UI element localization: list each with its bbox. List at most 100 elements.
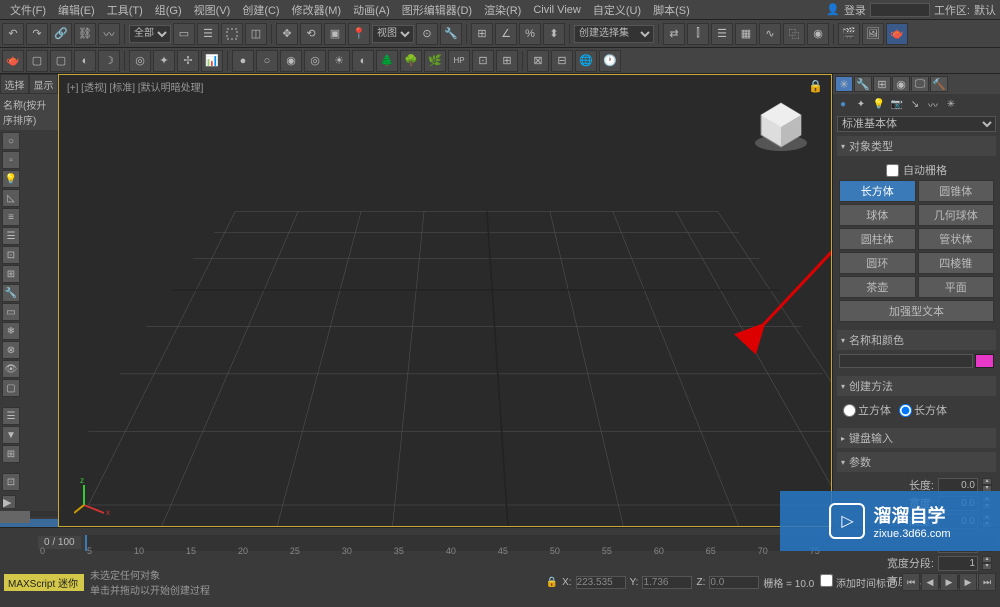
filter-icon-13[interactable]: 👁	[2, 360, 20, 378]
render-frame-button[interactable]: 🖼	[862, 23, 884, 45]
percent-snap-button[interactable]: %	[519, 23, 541, 45]
menu-civil[interactable]: Civil View	[527, 2, 586, 18]
mirror-button[interactable]: ⇄	[663, 23, 685, 45]
teapot-button[interactable]: 茶壶	[839, 276, 916, 298]
menu-modifiers[interactable]: 修改器(M)	[286, 0, 348, 20]
placement-button[interactable]: 📍	[348, 23, 370, 45]
sun-icon[interactable]: ☀	[328, 50, 350, 72]
filter-icon-16[interactable]: ▼	[2, 426, 20, 444]
filter-layer-icon[interactable]: ≡	[2, 208, 20, 226]
menu-graph[interactable]: 图形编辑器(D)	[396, 0, 478, 20]
light1-icon[interactable]: ○	[256, 50, 278, 72]
prev-frame-button[interactable]: ◀	[921, 573, 939, 591]
search-input[interactable]	[870, 3, 930, 17]
maxscript-listener[interactable]: MAXScript 迷你	[4, 574, 84, 591]
z-input[interactable]	[709, 576, 759, 589]
curve-editor-button[interactable]: ∿	[759, 23, 781, 45]
filter-shape-icon[interactable]: ◺	[2, 189, 20, 207]
cone-button[interactable]: 圆锥体	[918, 180, 995, 202]
select-rect-button[interactable]	[221, 23, 243, 45]
geosphere-button[interactable]: 几何球体	[918, 204, 995, 226]
filter-icon-18[interactable]: ⊡	[2, 473, 20, 491]
viewport-label[interactable]: [+] [透视] [标准] [默认明暗处理]	[67, 79, 203, 94]
globe-icon[interactable]: 🌐	[575, 50, 597, 72]
select-button[interactable]: ▭	[173, 23, 195, 45]
y-input[interactable]	[642, 576, 692, 589]
tree1-icon[interactable]: 🌲	[376, 50, 398, 72]
tb2-8[interactable]: ✢	[177, 50, 199, 72]
filter-icon-14[interactable]: ▢	[2, 379, 20, 397]
sphere-light-icon[interactable]: ●	[232, 50, 254, 72]
menu-view[interactable]: 视图(V)	[188, 0, 237, 20]
explorer-scrollbar[interactable]	[0, 511, 58, 517]
manipulate-button[interactable]: 🔧	[440, 23, 462, 45]
systems-icon[interactable]: ✳	[943, 96, 959, 112]
material-button[interactable]: ◉	[807, 23, 829, 45]
create-tab[interactable]: ✳	[835, 76, 853, 92]
object-name-input[interactable]	[839, 354, 973, 368]
login-link[interactable]: 登录	[844, 2, 866, 18]
redo-button[interactable]: ↷	[26, 23, 48, 45]
grass-icon[interactable]: 🌿	[424, 50, 446, 72]
tb2-22[interactable]: ⊠	[527, 50, 549, 72]
select-name-button[interactable]: ☰	[197, 23, 219, 45]
menu-create[interactable]: 创建(C)	[236, 0, 285, 20]
pyramid-button[interactable]: 四棱锥	[918, 252, 995, 274]
spinner-snap-button[interactable]: ⬍	[543, 23, 565, 45]
unlink-button[interactable]: ⛓	[74, 23, 96, 45]
rotate-button[interactable]: ⟲	[300, 23, 322, 45]
lock-icon[interactable]: 🔒	[546, 577, 558, 588]
object-type-rollup[interactable]: 对象类型	[837, 136, 996, 156]
modify-tab[interactable]: 🔧	[854, 76, 872, 92]
selection-filter[interactable]: 全部	[129, 25, 171, 43]
lights-icon[interactable]: 💡	[871, 96, 887, 112]
filter-icon-17[interactable]: ⊞	[2, 445, 20, 463]
layers-button[interactable]: ☰	[711, 23, 733, 45]
goto-start-button[interactable]: ⏮	[902, 573, 920, 591]
play-button[interactable]: ▶	[940, 573, 958, 591]
align-button[interactable]: ⫿	[687, 23, 709, 45]
schematic-button[interactable]: ⿻	[783, 23, 805, 45]
pivot-button[interactable]: ⊙	[416, 23, 438, 45]
filter-globe-icon[interactable]: ○	[2, 132, 20, 150]
tb2-3[interactable]: ▢	[50, 50, 72, 72]
tb2-7[interactable]: ✦	[153, 50, 175, 72]
render-setup-button[interactable]: 🎬	[838, 23, 860, 45]
filter-icon-10[interactable]: ▭	[2, 303, 20, 321]
goto-end-button[interactable]: ⏭	[978, 573, 996, 591]
viewport-lock-icon[interactable]: 🔒	[808, 79, 823, 93]
angle-snap-button[interactable]: ∠	[495, 23, 517, 45]
utilities-tab[interactable]: 🔨	[930, 76, 948, 92]
cylinder-button[interactable]: 圆柱体	[839, 228, 916, 250]
bind-button[interactable]: 〰	[98, 23, 120, 45]
torus-button[interactable]: 圆环	[839, 252, 916, 274]
window-crossing-button[interactable]: ◫	[245, 23, 267, 45]
link-button[interactable]: 🔗	[50, 23, 72, 45]
motion-tab[interactable]: ◉	[892, 76, 910, 92]
clock-icon[interactable]: 🕐	[599, 50, 621, 72]
light2-icon[interactable]: ◉	[280, 50, 302, 72]
filter-icon-8[interactable]: ⊞	[2, 265, 20, 283]
tree2-icon[interactable]: 🌳	[400, 50, 422, 72]
menu-edit[interactable]: 编辑(E)	[52, 0, 101, 20]
plane-button[interactable]: 平面	[918, 276, 995, 298]
explorer-play-icon[interactable]: ▶	[2, 495, 16, 509]
scale-button[interactable]: ▣	[324, 23, 346, 45]
create-method-rollup[interactable]: 创建方法	[837, 376, 996, 396]
user-icon[interactable]: 👤	[826, 3, 840, 16]
menu-render[interactable]: 渲染(R)	[478, 0, 527, 20]
filter-icon-6[interactable]: ☰	[2, 227, 20, 245]
workspace-value[interactable]: 默认	[974, 2, 996, 18]
filter-icon-11[interactable]: ❄	[2, 322, 20, 340]
ribbon-button[interactable]: ▦	[735, 23, 757, 45]
perspective-viewport[interactable]: [+] [透视] [标准] [默认明暗处理] 🔒	[58, 74, 832, 527]
tab-display[interactable]: 显示	[29, 74, 58, 94]
menu-script[interactable]: 脚本(S)	[647, 0, 696, 20]
light5-icon[interactable]: ◐	[352, 50, 374, 72]
filter-icon-12[interactable]: ⊗	[2, 341, 20, 359]
space-warps-icon[interactable]: 〰	[925, 96, 941, 112]
filter-geom-icon[interactable]: ▫	[2, 151, 20, 169]
spinner[interactable]: ▴▾	[982, 478, 992, 492]
tb2-4[interactable]: ◐	[74, 50, 96, 72]
sphere-button[interactable]: 球体	[839, 204, 916, 226]
